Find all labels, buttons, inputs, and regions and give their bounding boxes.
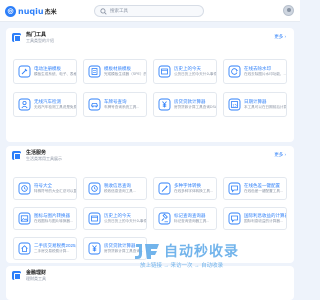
card-texts: 多种字体转换 在线多种字体转换工具... xyxy=(174,183,213,194)
logo-mark-icon: ◎ xyxy=(5,5,16,17)
logo-suffix: 杰米 xyxy=(44,9,57,16)
tool-grid: 电动注册模板 模板生成系统、电子、表格... 模板材质模板 完成模板生成器（SPE）的… xyxy=(13,59,287,117)
tool-card[interactable]: 税收信息查询 税收信息查询工具... xyxy=(83,177,147,200)
card-texts: 房贷贷款计算器 房贷贷款计算工具查询DSA... xyxy=(174,99,216,110)
card-description: 在线多种字体转换工具... xyxy=(174,189,213,193)
section-header: 生活服务 生活类常用工具展示 xyxy=(12,150,62,162)
card-texts: 图标与图片转换器 在线图标与图片转换器... xyxy=(34,213,73,224)
search-input[interactable]: 搜索工具 xyxy=(94,5,204,17)
card-description: 税收信息查询工具... xyxy=(104,189,136,193)
yen-icon xyxy=(88,242,101,255)
clock-icon xyxy=(18,182,31,195)
refresh-icon xyxy=(228,65,241,78)
tool-card[interactable]: 历史上的今天 公历日历上的今天什么事件... xyxy=(83,207,147,230)
tool-card[interactable]: 二手房交易税费2025最新二手房交易税费计算... xyxy=(13,237,77,260)
image-icon xyxy=(18,212,31,225)
document-icon xyxy=(88,65,101,78)
section-subtitle: 生活类常用工具展示 xyxy=(26,156,62,161)
tool-card[interactable]: 图标与图片转换器 在线图标与图片转换器... xyxy=(13,207,77,230)
tool-card[interactable]: 模板材质模板 完成模板生成器（SPE）的... xyxy=(83,59,147,84)
chat-icon xyxy=(228,182,241,195)
card-texts: 税收信息查询 税收信息查询工具... xyxy=(104,183,136,194)
tool-card[interactable]: 在线色差一键配置 在线色差一键配置工具... xyxy=(223,177,287,200)
avatar[interactable] xyxy=(283,5,294,16)
section-icon xyxy=(12,271,21,280)
watermark: 自动秒收录 放上链接 → 来访一次 → 自动收录 xyxy=(133,241,263,271)
tools-icon xyxy=(18,65,31,78)
section-popular-tools: 热门工具 工具类型的介绍 更多 › 电动注册模板 模板生成系统、电子、表格... 模… xyxy=(6,28,294,142)
section-icon xyxy=(12,33,21,42)
tool-card[interactable]: 标记查询查询器 标记查询查询器工具... xyxy=(153,207,217,230)
card-texts: 日期计算器 本工具可以在日期前后计算... xyxy=(244,99,286,110)
card-description: 公历日历上的今天什么事件... xyxy=(104,219,146,223)
search-icon xyxy=(100,7,107,15)
section-header: 热门工具 工具类型的介绍 xyxy=(12,32,54,44)
card-texts: 车牌号查询 车牌号查询系统工具... xyxy=(104,99,139,110)
watermark-line: 放上链接 → 来访一次 → 自动收录 xyxy=(140,263,224,269)
watermark-title: 自动秒收录 xyxy=(164,243,239,259)
card-description: 房贷贷款计算工具查询DSA... xyxy=(174,105,216,109)
card-description: 特殊符号的大全汇总可以复... xyxy=(34,189,76,193)
chat-icon xyxy=(228,212,241,225)
card-description: 在线去除图片水印功能，... xyxy=(244,72,286,76)
tool-card[interactable]: 在线去除水印 在线去除图片水印功能，... xyxy=(223,59,287,84)
section-subtitle: 工具类型的介绍 xyxy=(26,38,54,43)
search-placeholder: 搜索工具 xyxy=(110,8,128,13)
section-finance: 金融理财 理财类工具 xyxy=(6,266,294,300)
card-description: 完成模板生成器（SPE）的... xyxy=(104,72,146,76)
card-texts: 模板材质模板 完成模板生成器（SPE）的... xyxy=(104,66,146,77)
card-description: 无线汽车检测工具说是免费... xyxy=(34,105,76,109)
card-texts: 在线色差一键配置 在线色差一键配置工具... xyxy=(244,183,283,194)
person-icon xyxy=(18,98,31,111)
top-bar: ◎ nuqiu 杰米 搜索工具 xyxy=(0,0,300,22)
card-description: 在线图标与图片转换器... xyxy=(34,219,73,223)
calendar-icon xyxy=(88,212,101,225)
site-logo[interactable]: ◎ nuqiu 杰米 xyxy=(5,4,57,18)
card-texts: 标记查询查询器 标记查询查询器工具... xyxy=(174,213,209,224)
section-icon xyxy=(12,151,21,160)
calendar-icon xyxy=(158,65,171,78)
card-description: 车牌号查询系统工具... xyxy=(104,105,140,109)
clock-icon xyxy=(88,182,101,195)
card-texts: 历史上的今天 公历日历上的今天什么事件... xyxy=(174,66,216,77)
tool-card[interactable]: 车牌号查询 车牌号查询系统工具... xyxy=(83,92,147,117)
section-subtitle: 理财类工具 xyxy=(26,276,46,281)
watermark-logo-icon xyxy=(135,244,159,259)
logo-text: nuqiu xyxy=(18,6,44,16)
tool-card[interactable]: 国际利息收益的计算器 国际利息收益的计算器... xyxy=(223,207,287,230)
card-texts: 国际利息收益的计算器 国际利息收益的计算器... xyxy=(244,213,286,224)
card-texts: 符号大全 特殊符号的大全汇总可以复... xyxy=(34,183,76,194)
magic-icon xyxy=(158,182,171,195)
house-icon xyxy=(18,242,31,255)
tool-card[interactable]: 符号大全 特殊符号的大全汇总可以复... xyxy=(13,177,77,200)
card-description: 模板生成系统、电子、表格... xyxy=(34,72,76,76)
tool-card[interactable]: 多种字体转换 在线多种字体转换工具... xyxy=(153,177,217,200)
card-description: 本工具可以在日期前后计算... xyxy=(244,105,286,109)
more-link[interactable]: 更多 › xyxy=(274,34,286,40)
card-description: 国际利息收益的计算器... xyxy=(244,219,283,223)
yen-icon xyxy=(158,98,171,111)
card-texts: 无线汽车检测 无线汽车检测工具说是免费... xyxy=(34,99,76,110)
car-icon xyxy=(88,98,101,111)
tool-card[interactable]: 无线汽车检测 无线汽车检测工具说是免费... xyxy=(13,92,77,117)
gavel-icon xyxy=(158,212,171,225)
more-link[interactable]: 更多 › xyxy=(274,152,286,158)
card-texts: 电动注册模板 模板生成系统、电子、表格... xyxy=(34,66,76,77)
card-description: 在线色差一键配置工具... xyxy=(244,189,283,193)
card-texts: 在线去除水印 在线去除图片水印功能，... xyxy=(244,66,286,77)
card-description: 二手房交易税费计算... xyxy=(34,249,70,253)
tool-card[interactable]: 电动注册模板 模板生成系统、电子、表格... xyxy=(13,59,77,84)
tool-card[interactable]: 房贷贷款计算器 房贷贷款计算工具查询DSA... xyxy=(153,92,217,117)
tool-card[interactable]: 历史上的今天 公历日历上的今天什么事件... xyxy=(153,59,217,84)
card-description: 标记查询查询器工具... xyxy=(174,219,210,223)
date-icon: 15 xyxy=(228,98,241,111)
card-texts: 二手房交易税费2025最新二手房交易税费计算... xyxy=(34,243,76,254)
section-header: 金融理财 理财类工具 xyxy=(12,270,46,282)
tool-card[interactable]: 15 日期计算器 本工具可以在日期前后计算... xyxy=(223,92,287,117)
svg-text:15: 15 xyxy=(232,104,237,108)
card-texts: 历史上的今天 公历日历上的今天什么事件... xyxy=(104,213,146,224)
card-description: 公历日历上的今天什么事件... xyxy=(174,72,216,76)
